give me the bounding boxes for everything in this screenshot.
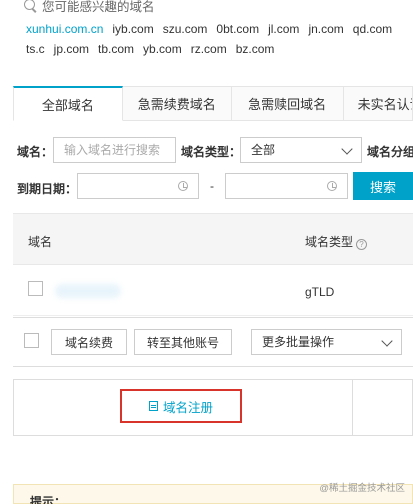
chevron-down-icon — [381, 335, 393, 347]
table-header: 域名 域名类型? — [13, 213, 413, 265]
suggested-domain-link[interactable]: bz.com — [236, 42, 275, 56]
watermark: @稀土掘金技术社区 — [319, 483, 405, 494]
suggested-domain-link[interactable]: tb.com — [98, 42, 134, 56]
clock-icon — [327, 181, 337, 191]
clock-icon — [178, 181, 188, 191]
search-icon — [24, 0, 38, 13]
tip-label: 提示： — [30, 495, 67, 504]
tab-redeem-urgent[interactable]: 急需赎回域名 — [231, 86, 344, 121]
row-domain-type: gTLD — [305, 285, 335, 299]
domain-type-value: 全部 — [251, 143, 276, 157]
register-icon — [148, 401, 158, 411]
register-domain-button[interactable]: 域名注册 — [120, 389, 242, 423]
tab-renew-urgent[interactable]: 急需续费域名 — [122, 86, 232, 121]
register-panel: 域名注册 — [13, 379, 413, 436]
column-domain: 域名 — [28, 235, 53, 249]
type-filter-label: 域名类型： — [181, 145, 242, 159]
blurred-domain-name — [55, 284, 121, 298]
more-batch-select[interactable]: 更多批量操作 — [251, 329, 402, 355]
register-label: 域名注册 — [162, 400, 213, 415]
renew-button[interactable]: 域名续费 — [51, 329, 127, 355]
domain-type-select[interactable]: 全部 — [240, 137, 362, 163]
search-button[interactable]: 搜索 — [353, 172, 413, 200]
batch-actions-bar: 域名续费 转至其他账号 更多批量操作 — [13, 317, 413, 367]
domain-filter-label: 域名： — [17, 145, 54, 159]
start-date-input[interactable] — [77, 173, 199, 199]
more-batch-value: 更多批量操作 — [262, 335, 335, 349]
help-icon[interactable]: ? — [356, 239, 368, 250]
suggestion-title: 您可能感兴趣的域名 — [42, 0, 155, 14]
expire-date-label: 到期日期： — [17, 182, 78, 196]
panel-divider — [352, 380, 353, 435]
suggestion-header: 您可能感兴趣的域名 — [24, 0, 155, 15]
table-row: gTLD — [13, 266, 413, 316]
column-domain-type-label: 域名类型 — [305, 235, 354, 249]
suggested-domain-link[interactable]: xunhui.com.cn — [26, 22, 103, 36]
suggested-domain-link[interactable]: jl.com — [268, 22, 299, 36]
suggested-domain-list: xunhui.com.cn iyb.com szu.com 0bt.com jl… — [26, 22, 413, 56]
suggested-domain-link[interactable]: jp.com — [54, 42, 89, 56]
suggested-domain-link[interactable]: iyb.com — [112, 22, 153, 36]
suggested-domain-link[interactable]: rz.com — [191, 42, 227, 56]
group-filter-label: 域名分组 — [367, 145, 413, 159]
tab-unverified[interactable]: 未实名认证 — [343, 86, 413, 121]
end-date-input[interactable] — [225, 173, 348, 199]
suggested-domain-link[interactable]: yb.com — [143, 42, 182, 56]
suggested-domain-link[interactable]: 0bt.com — [216, 22, 259, 36]
row-checkbox[interactable] — [28, 281, 43, 296]
chevron-down-icon — [341, 143, 353, 155]
transfer-account-button[interactable]: 转至其他账号 — [134, 329, 232, 355]
domain-tabs: 全部域名 急需续费域名 急需赎回域名 未实名认证 — [13, 86, 413, 121]
column-domain-type: 域名类型? — [305, 233, 368, 250]
domain-search-input[interactable]: 输入域名进行搜索 — [53, 137, 176, 163]
select-all-checkbox[interactable] — [24, 333, 39, 348]
suggested-domain-link[interactable]: ts.c — [26, 42, 45, 56]
suggested-domain-link[interactable]: szu.com — [163, 22, 208, 36]
suggested-domain-link[interactable]: qd.com — [353, 22, 392, 36]
domain-suggestions: 您可能感兴趣的域名 xunhui.com.cn iyb.com szu.com … — [0, 0, 413, 82]
suggested-domain-link[interactable]: jn.com — [308, 22, 343, 36]
date-range-separator: - — [210, 179, 214, 193]
tab-all-domains[interactable]: 全部域名 — [13, 86, 123, 121]
